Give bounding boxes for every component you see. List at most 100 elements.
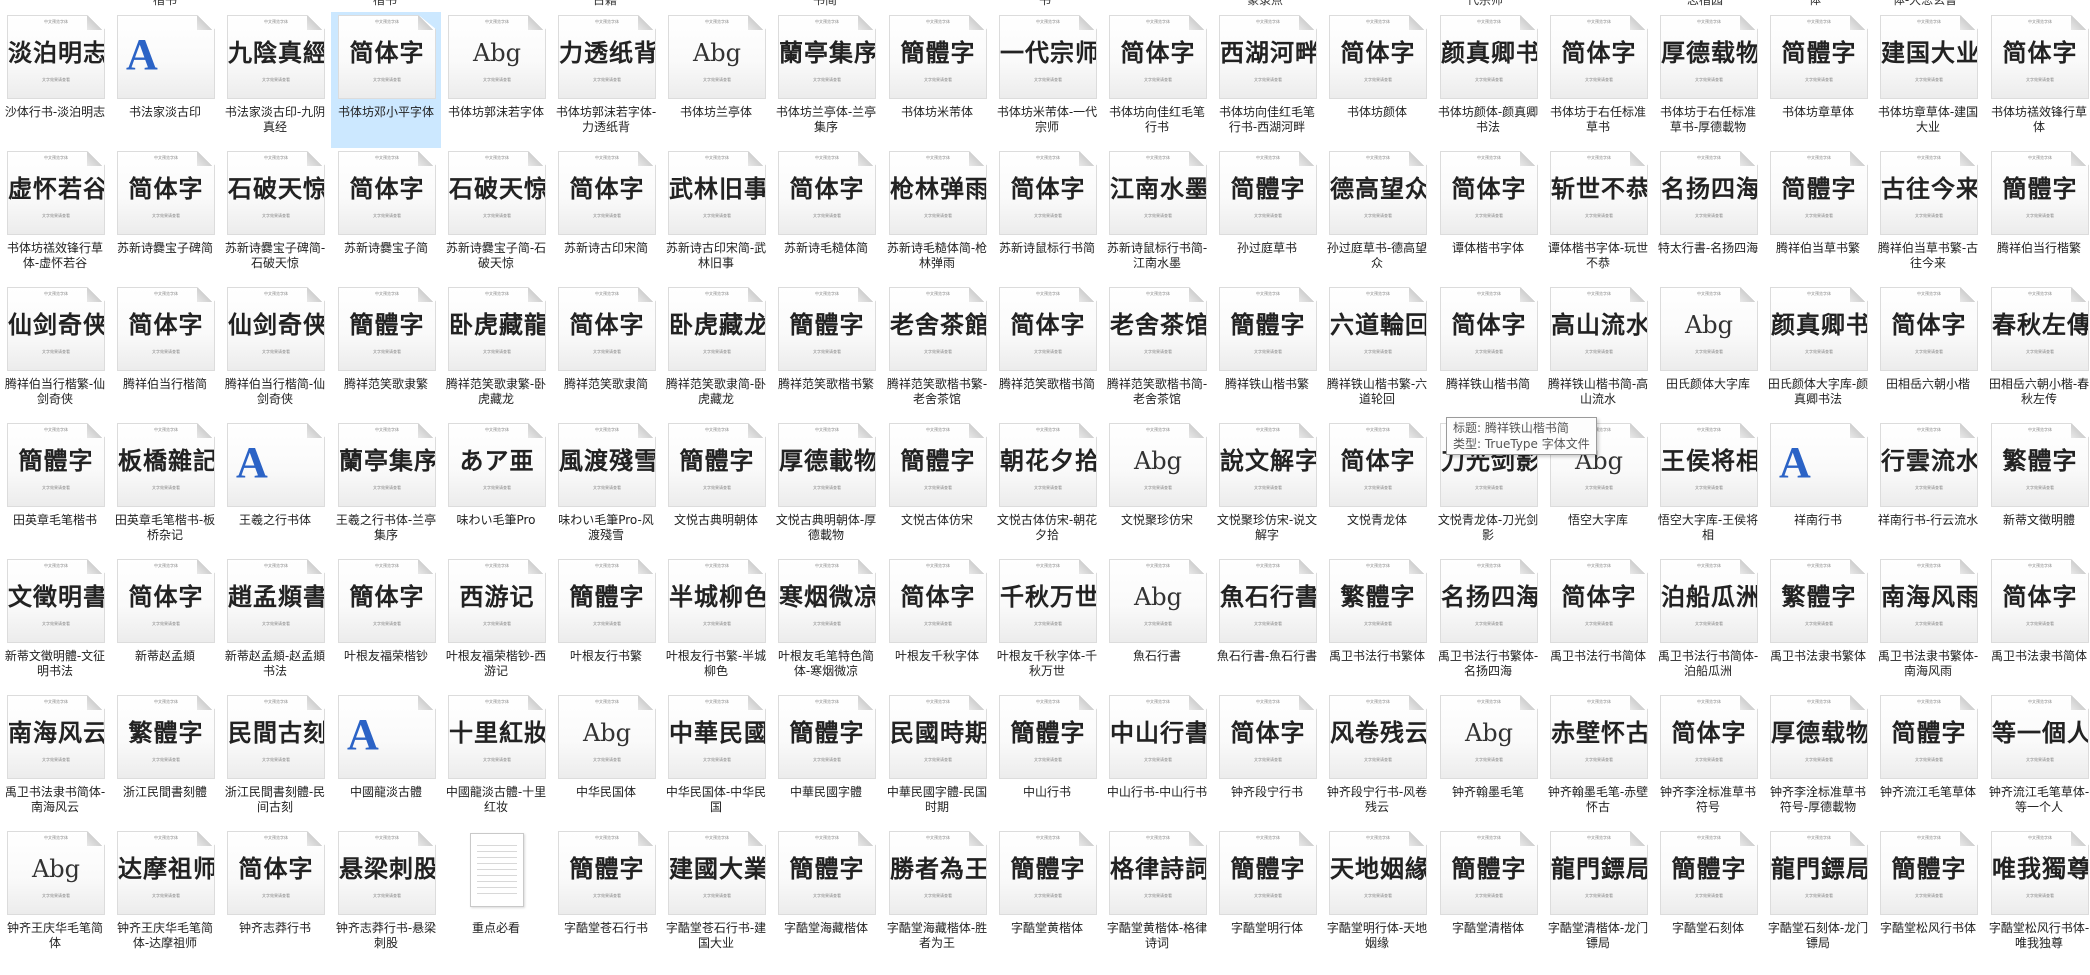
font-file-item[interactable]: 中文预览字体 等一個人 文字效果请查看 钟齐流江毛笔草体-等一个人 [1984,692,2090,828]
font-file-item[interactable]: 中文预览字体 簡體字 文字效果请查看 字酷堂清楷体 [1433,828,1543,964]
font-file-item[interactable]: 中文预览字体趙孟頫書法文字效果请查看新蒂赵孟頫-赵孟頫书法 [220,556,330,692]
font-file-item[interactable]: 中文预览字体 达摩祖师 文字效果请查看 钟齐王庆华毛笔简体-达摩祖师 [110,828,220,964]
font-file-item[interactable]: 中文预览字体 簡體字 文字效果请查看 腾祥范笑歌楷书繁 [771,284,881,420]
font-file-item[interactable]: 中文预览字体 簡體字 文字效果请查看 田英章毛笔楷书 [0,420,110,556]
font-file-item[interactable]: 中文预览字体 力透纸背 文字效果请查看 书体坊郭沫若字体-力透纸背 [551,12,661,148]
font-file-item[interactable]: 中文预览字体 唯我獨尊 文字效果请查看 字酷堂松风行书体-唯我独尊 [1984,828,2090,964]
font-file-item[interactable]: 中文预览字体 民間古刻 文字效果请查看 浙江民間書刻體-民间古刻 [220,692,330,828]
font-file-item[interactable]: 中文预览字体 簡體字 文字效果请查看 腾祥范笑歌隶繁 [331,284,441,420]
font-file-item[interactable]: 中文预览字体 简体字 文字效果请查看 谭体楷书字体 [1433,148,1543,284]
font-file-item[interactable]: 中文预览字体 朝花夕拾 文字效果请查看 文悦古体仿宋-朝花夕拾 [992,420,1102,556]
font-file-item[interactable]: 中文预览字体 簡體字 文字效果请查看 中華民國字體 [771,692,881,828]
font-file-item[interactable]: 中文预览字体 說文解字 文字效果请查看 文悦聚珍仿宋-说文解字 [1212,420,1322,556]
font-file-item[interactable]: 中文预览字体 简體字 文字效果请查看 孙过庭草书 [1212,148,1322,284]
font-file-item[interactable]: 中文预览字体 厚德载物 文字效果请查看 钟齐李洤标准草书符号-厚德載物 [1763,692,1873,828]
font-file-item[interactable]: 中文预览字体 Abg 文字效果请查看 中华民国体 [551,692,661,828]
font-file-item[interactable]: 中文预览字体 高山流水 文字效果请查看 腾祥铁山楷书简-高山流水 [1543,284,1653,420]
font-file-item[interactable]: 中文预览字体 春秋左傳 文字效果请查看 田相岳六朝小楷-春秋左传 [1984,284,2090,420]
font-file-item[interactable]: 中文预览字体 石破天惊 文字效果请查看 苏新诗爨宝子简-石破天惊 [441,148,551,284]
font-file-item[interactable]: 中文预览字体 簡體字 文字效果请查看 文悦古体仿宋 [882,420,992,556]
font-file-item[interactable]: 中文预览字体 王侯将相 文字效果请查看 悟空大字库-王侯将相 [1653,420,1763,556]
font-file-item[interactable]: 中文预览字体 泊船瓜洲 文字效果请查看 禹卫书法行书简体-泊船瓜洲 [1653,556,1763,692]
font-file-item[interactable]: 中文预览字体 简体字 文字效果请查看 苏新诗爨宝子碑简 [110,148,220,284]
font-file-item[interactable]: 中文预览字体 简体字 文字效果请查看 新蒂赵孟頫 [110,556,220,692]
font-file-item[interactable]: 中文预览字体 淡泊明志 文字效果请查看 沙体行书-淡泊明志 [0,12,110,148]
font-file-item[interactable]: 中文预览字体 格律詩詞 文字效果请查看 字酷堂黄楷体-格律诗词 [1102,828,1212,964]
font-file-item[interactable]: A 祥南行书 [1763,420,1873,556]
font-file-item[interactable]: 中文预览字体 蘭亭集序 文字效果请查看 书体坊兰亭体-兰亭集序 [771,12,881,148]
font-file-item[interactable]: 中文预览字体 中山行書 文字效果请查看 中山行书-中山行书 [1102,692,1212,828]
font-file-item[interactable]: 中文预览字体 简体字 文字效果请查看 书体坊于右任标准草书 [1543,12,1653,148]
font-file-item[interactable]: 中文预览字体 仙剑奇侠 文字效果请查看 腾祥伯当行楷简-仙剑奇侠 [220,284,330,420]
font-file-item[interactable]: 中文预览字体 江南水墨 文字效果请查看 苏新诗鼠标行书简-江南水墨 [1102,148,1212,284]
font-file-item[interactable]: A 书法家淡古印 [110,12,220,148]
font-file-item[interactable]: 中文预览字体 简体字 文字效果请查看 苏新诗古印宋简 [551,148,661,284]
font-file-item[interactable]: 中文预览字体 簡體字 文字效果请查看 字酷堂黄楷体 [992,828,1102,964]
font-file-item[interactable]: 中文预览字体 赤壁怀古 文字效果请查看 钟齐翰墨毛笔-赤壁怀古 [1543,692,1653,828]
font-file-item[interactable]: 中文预览字体 名扬四海 文字效果请查看 禹卫书法行书繁体-名扬四海 [1433,556,1543,692]
font-file-item[interactable]: 中文预览字体 Abg 文字效果请查看 魚石行書 [1102,556,1212,692]
font-file-item[interactable]: 中文预览字体 板橋雜記 文字效果请查看 田英章毛笔楷书-板桥杂记 [110,420,220,556]
font-file-item[interactable]: 中文预览字体 简体字 文字效果请查看 腾祥范笑歌隶简 [551,284,661,420]
font-file-item[interactable]: 中文预览字体 风卷残云 文字效果请查看 钟齐段宁行书-风卷残云 [1322,692,1432,828]
font-file-item[interactable]: 中文预览字体 简体字 文字效果请查看 禹卫书法隶书简体 [1984,556,2090,692]
font-file-item[interactable]: 中文预览字体 德高望众 文字效果请查看 孙过庭草书-德高望众 [1322,148,1432,284]
font-file-item[interactable]: 中文预览字体 简体字 文字效果请查看 腾祥铁山楷书简 [1433,284,1543,420]
document-file-item[interactable]: 重点必看 [441,828,551,964]
font-file-item[interactable]: 中文预览字体 简体字 文字效果请查看 腾祥范笑歌楷书简 [992,284,1102,420]
font-file-item[interactable]: 中文预览字体 斩世不恭 文字效果请查看 谭体楷书字体-玩世不恭 [1543,148,1653,284]
font-file-item[interactable]: 中文预览字体 簡體字 文字效果请查看 字酷堂松风行书体 [1873,828,1983,964]
font-file-item[interactable]: 中文预览字体 悬梁刺股 文字效果请查看 钟齐志莽行书-悬梁刺股 [331,828,441,964]
font-file-item[interactable]: 中文预览字体 武林旧事 文字效果请查看 苏新诗古印宋简-武林旧事 [661,148,771,284]
font-file-item[interactable]: A 王羲之行书体 [220,420,330,556]
font-file-item[interactable]: 中文预览字体 九陰真經 文字效果请查看 书法家淡古印-九阴真经 [220,12,330,148]
font-file-item[interactable]: 中文预览字体 古往今来 文字效果请查看 腾祥伯当草书繁-古往今来 [1873,148,1983,284]
font-file-item[interactable]: 中文预览字体 風渡殘雪 文字效果请查看 味わい毛筆Pro-风渡殘雪 [551,420,661,556]
font-file-item[interactable]: 中文预览字体 老舍茶館 文字效果请查看 腾祥范笑歌楷书繁-老舍茶馆 [882,284,992,420]
font-file-item[interactable]: 中文预览字体 仙剑奇侠 文字效果请查看 腾祥伯当行楷繁-仙剑奇侠 [0,284,110,420]
font-file-item[interactable]: 中文预览字体 Abg 文字效果请查看 田氏颜体大字库 [1653,284,1763,420]
font-file-item[interactable]: 中文预览字体 西游记 文字效果请查看 叶根友福荣楷钞-西游记 [441,556,551,692]
font-file-item[interactable]: 中文预览字体颜真卿书法文字效果请查看田氏颜体大字库-颜真卿书法 [1763,284,1873,420]
font-file-item[interactable]: 中文预览字体 六道輪回 文字效果请查看 腾祥铁山楷书繁-六道轮回 [1322,284,1432,420]
font-file-item[interactable]: 中文预览字体 石破天惊 文字效果请查看 苏新诗爨宝子碑简-石破天惊 [220,148,330,284]
font-file-item[interactable]: A 中國龍淡古體 [331,692,441,828]
font-file-item[interactable]: 中文预览字体 简体字 文字效果请查看 苏新诗鼠标行书简 [992,148,1102,284]
font-file-item[interactable]: 中文预览字体 简体字 文字效果请查看 苏新诗爨宝子简 [331,148,441,284]
font-file-item[interactable]: 中文预览字体 简体字 文字效果请查看 苏新诗毛糙体简 [771,148,881,284]
font-file-item[interactable]: 中文预览字体 卧虎藏龍 文字效果请查看 腾祥范笑歌隶繁-卧虎藏龙 [441,284,551,420]
font-file-item[interactable]: 中文预览字体 龍門鏢局 文字效果请查看 字酷堂石刻体-龙门镖局 [1763,828,1873,964]
font-file-item[interactable]: 中文预览字体 中華民國 文字效果请查看 中华民国体-中华民国 [661,692,771,828]
font-file-item[interactable]: 中文预览字体 简体字 文字效果请查看 书体坊禚效锋行草体 [1984,12,2090,148]
font-file-item[interactable]: 中文预览字体 简体字 文字效果请查看 禹卫书法行书简体 [1543,556,1653,692]
font-file-item[interactable]: 中文预览字体 簡體字 文字效果请查看 字酷堂明行体 [1212,828,1322,964]
font-file-item[interactable]: 中文预览字体 民國時期 文字效果请查看 中華民國字體-民国时期 [882,692,992,828]
font-file-item[interactable]: 中文预览字体 名扬四海 文字效果请查看 特太行書-名扬四海 [1653,148,1763,284]
font-file-item[interactable]: 中文预览字体 简体字 文字效果请查看 钟齐段宁行书 [1212,692,1322,828]
font-file-item[interactable]: 中文预览字体 老舍茶馆 文字效果请查看 腾祥范笑歌楷书简-老舍茶馆 [1102,284,1212,420]
font-file-item[interactable]: 中文预览字体 简体字 文字效果请查看 腾祥伯当行楷简 [110,284,220,420]
font-file-item[interactable]: 中文预览字体 西湖河畔 文字效果请查看 书体坊向佳红毛笔行书-西湖河畔 [1212,12,1322,148]
font-file-item[interactable]: 中文预览字体 南海风云 文字效果请查看 禹卫书法隶书简体-南海风云 [0,692,110,828]
font-file-item[interactable]: 中文预览字体 厚德载物 文字效果请查看 书体坊于右任标准草书-厚德載物 [1653,12,1763,148]
font-file-item[interactable]: 中文预览字体 簡體字 文字效果请查看 叶根友行书繁 [551,556,661,692]
font-file-item[interactable]: 中文预览字体 虚怀若谷 文字效果请查看 书体坊禚效锋行草体-虚怀若谷 [0,148,110,284]
font-file-item[interactable]: 中文预览字体 簡體字 文字效果请查看 书体坊米芾体 [882,12,992,148]
font-file-item[interactable]: 中文预览字体 简体字 文字效果请查看 钟齐李洤标准草书符号 [1653,692,1763,828]
font-file-item[interactable]: 中文预览字体 勝者為王 文字效果请查看 字酷堂海藏楷体-胜者为王 [882,828,992,964]
font-file-item[interactable]: 中文预览字体 蘭亭集序 文字效果请查看 王羲之行书体-兰亭集序 [331,420,441,556]
font-file-item[interactable]: 中文预览字体 建國大業 文字效果请查看 字酷堂苍石行书-建国大业 [661,828,771,964]
font-file-item[interactable]: 中文预览字体 簡體字 文字效果请查看 字酷堂苍石行书 [551,828,661,964]
font-file-item[interactable]: 中文预览字体 千秋万世 文字效果请查看 叶根友千秋字体-千秋万世 [992,556,1102,692]
font-file-item[interactable]: 中文预览字体 简体字 文字效果请查看 书体坊向佳红毛笔行书 [1102,12,1212,148]
font-file-item[interactable]: 中文预览字体 简体字 文字效果请查看 书体坊邓小平字体 [331,12,441,148]
font-file-item[interactable]: 中文预览字体 简體字 文字效果请查看 腾祥伯当草书繁 [1763,148,1873,284]
font-file-item[interactable]: 中文预览字体 行雲流水 文字效果请查看 祥南行书-行云流水 [1873,420,1983,556]
font-file-item[interactable]: 中文预览字体 简体字 文字效果请查看 叶根友千秋字体 [882,556,992,692]
font-file-item[interactable]: 中文预览字体 简体字 文字效果请查看 书体坊颜体 [1322,12,1432,148]
font-file-item[interactable]: 中文预览字体 簡體字 文字效果请查看 腾祥铁山楷书繁 [1212,284,1322,420]
font-file-item[interactable]: 中文预览字体 魚石行書 文字效果请查看 魚石行書-魚石行書 [1212,556,1322,692]
font-file-item[interactable]: 中文预览字体 十里紅妝 文字效果请查看 中國龍淡古體-十里红妆 [441,692,551,828]
font-file-item[interactable]: 中文预览字体文徵明書法文字效果请查看新蒂文徵明體-文征明书法 [0,556,110,692]
font-file-item[interactable]: 中文预览字体 繁體字 文字效果请查看 新蒂文徵明體 [1984,420,2090,556]
